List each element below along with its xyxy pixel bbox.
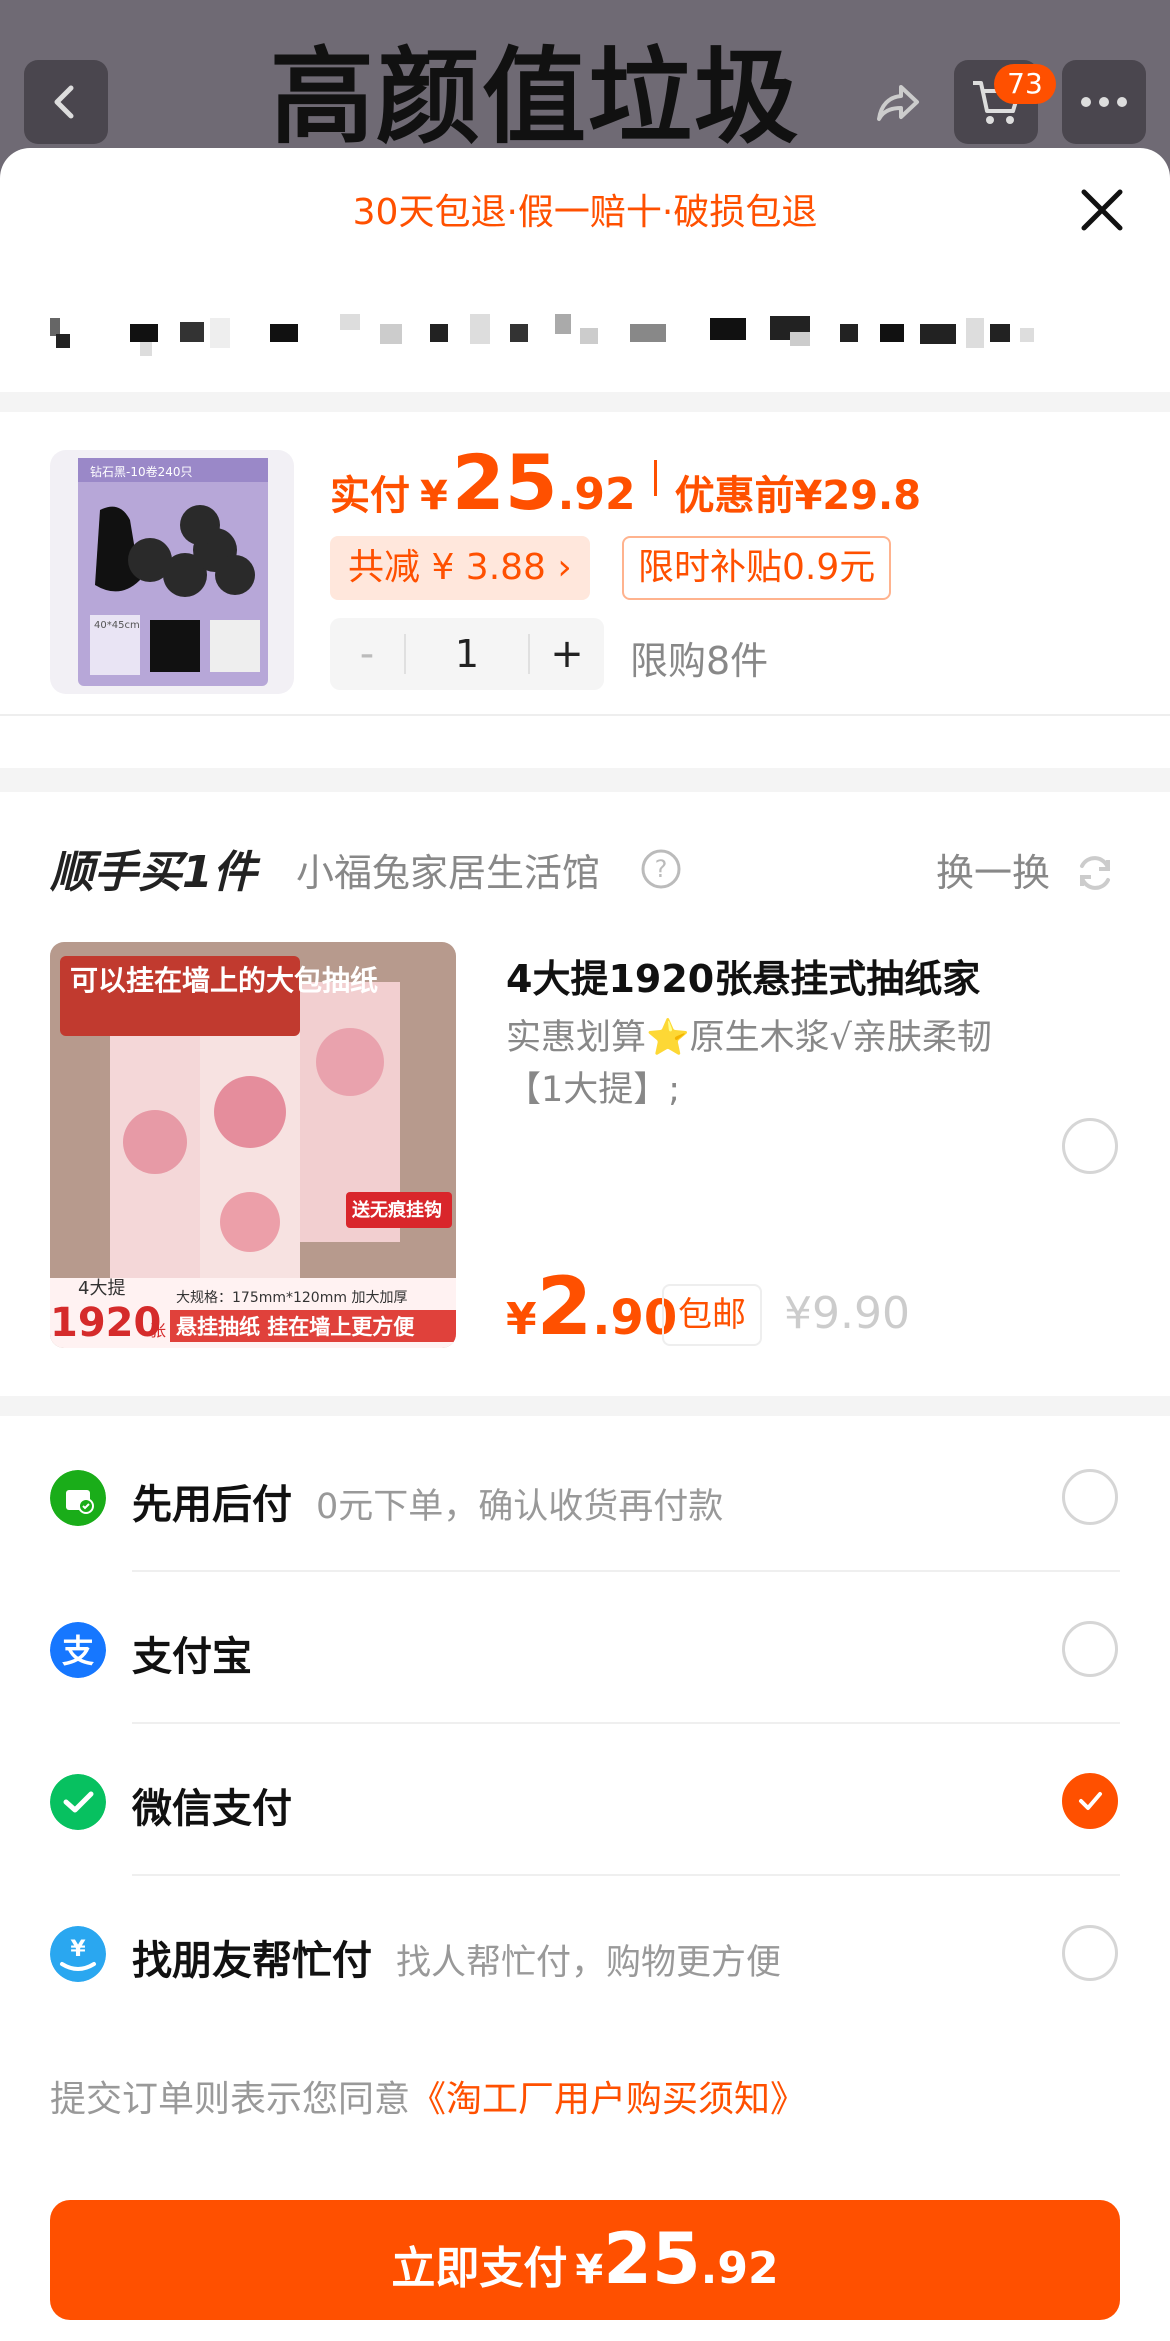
service-promise: 30天包退·假一赔十·破损包退 [352, 192, 818, 233]
tissue-illustration: 可以挂在墙上的大包抽纸 送无痕挂钩 4大提 1920 张 大规格：175mm*1… [50, 942, 456, 1348]
share-icon [877, 85, 919, 121]
before-discount-price: ¥29.8 [794, 473, 922, 519]
more-icon [1081, 97, 1127, 107]
discount-detail-chip[interactable]: 共减 ¥ 3.88 › [330, 536, 590, 600]
payment-radio[interactable] [1062, 1469, 1118, 1525]
quantity-stepper: - 1 + [330, 618, 604, 690]
payment-radio[interactable] [1062, 1925, 1118, 1981]
pay-price-integer: 25 [451, 438, 558, 527]
svg-text:送无痕挂钩: 送无痕挂钩 [351, 1199, 442, 1221]
svg-text:钻石黑-10卷240只: 钻石黑-10卷240只 [90, 464, 193, 479]
payment-name: 先用后付 [132, 1482, 292, 1528]
payment-name: 微信支付 [132, 1786, 292, 1832]
pay-now-integer: 25 [603, 2218, 701, 2300]
svg-text:1920: 1920 [50, 1300, 161, 1346]
payment-name: 支付宝 [132, 1634, 252, 1680]
pay-now-label: 立即支付 [391, 2243, 568, 2294]
svg-text:悬挂抽纸 挂在墙上更方便: 悬挂抽纸 挂在墙上更方便 [176, 1315, 415, 1339]
wechat-pay-icon [50, 1774, 106, 1830]
addon-select-radio[interactable] [1062, 1118, 1118, 1174]
addon-product-image[interactable]: 可以挂在墙上的大包抽纸 送无痕挂钩 4大提 1920 张 大规格：175mm*1… [50, 942, 456, 1348]
divider [0, 392, 1170, 412]
svg-text:大规格：175mm*120mm 加大加厚: 大规格：175mm*120mm 加大加厚 [176, 1290, 407, 1306]
divider [0, 1396, 1170, 1416]
addon-price: ¥ 2 .90 [506, 1260, 677, 1353]
addon-currency: ¥ [506, 1294, 537, 1345]
before-discount-label: 优惠前 [674, 473, 795, 519]
top-bar: 高颜值垃圾袋 73 [0, 0, 1170, 262]
price-divider [653, 460, 657, 496]
more-button[interactable] [1062, 60, 1146, 144]
payment-name: 找朋友帮忙付 [132, 1938, 372, 1984]
pay-label: 实付 [330, 473, 410, 519]
decrease-button[interactable]: - [330, 631, 404, 677]
divider [0, 768, 1170, 792]
payment-radio[interactable] [1062, 1621, 1118, 1677]
svg-text:支: 支 [62, 1632, 94, 1670]
svg-text:?: ? [655, 855, 668, 883]
svg-text:张: 张 [150, 1321, 166, 1340]
chevron-left-icon [54, 85, 74, 119]
pay-currency: ¥ [420, 473, 448, 519]
address-mosaic[interactable] [50, 298, 1050, 358]
row-divider [132, 1874, 1120, 1876]
payment-option-friend-pay[interactable]: ¥ 找朋友帮忙付 找人帮忙付，购物更方便 [0, 1878, 1170, 2028]
pay-now-currency: ¥ [575, 2247, 604, 2293]
pay-price-decimal: .92 [557, 469, 636, 520]
subsidy-chip: 限时补贴0.9元 [622, 536, 892, 600]
row-divider [132, 1570, 1120, 1572]
pay-later-icon [50, 1470, 106, 1526]
payment-option-pay-later[interactable]: 先用后付 0元下单，确认收货再付款 [0, 1422, 1170, 1572]
svg-text:40*45cm: 40*45cm [94, 620, 140, 631]
addon-original-price: ¥9.90 [784, 1288, 910, 1339]
increase-button[interactable]: + [530, 631, 604, 677]
addon-price-integer: 2 [536, 1260, 593, 1353]
pay-now-button[interactable]: 立即支付 ¥ 25 .92 [50, 2200, 1120, 2320]
payment-radio-checked[interactable] [1062, 1773, 1118, 1829]
quantity-value[interactable]: 1 [404, 634, 530, 674]
checkout-sheet: 30天包退·假一赔十·破损包退 钻石黑-10卷240只 40*45cm 实付 ¥… [0, 148, 1170, 2341]
product-image[interactable]: 钻石黑-10卷240只 40*45cm [50, 450, 294, 694]
payment-subtitle: 0元下单，确认收货再付款 [316, 1487, 724, 1527]
addon-product-desc: 实惠划算⭐原生木浆√亲肤柔韧【1大提】; [506, 1018, 992, 1110]
row-divider [132, 1722, 1120, 1724]
cart-count-badge: 73 [994, 64, 1056, 104]
alipay-icon: 支 [50, 1622, 106, 1678]
svg-text:4大提: 4大提 [78, 1278, 125, 1299]
help-icon[interactable]: ? [640, 848, 682, 890]
pay-now-decimal: .92 [700, 2243, 779, 2294]
agreement-text: 提交订单则表示您同意《淘工厂用户购买须知》 [50, 2070, 806, 2122]
back-button[interactable] [24, 60, 108, 144]
friend-pay-icon: ¥ [50, 1926, 106, 1982]
swap-button[interactable]: 换一换 [936, 842, 1050, 897]
agreement-prefix: 提交订单则表示您同意 [50, 2079, 411, 2120]
price-line: 实付 ¥ 25 .92 优惠前 ¥29.8 [330, 438, 922, 527]
addon-section-title: 顺手买1件 [50, 847, 257, 898]
svg-text:可以挂在墙上的大包抽纸: 可以挂在墙上的大包抽纸 [70, 964, 378, 997]
addon-shop-name: 小福兔家居生活馆 [296, 851, 601, 895]
payment-option-wechat[interactable]: 微信支付 [0, 1726, 1170, 1876]
divider [0, 714, 1170, 716]
payment-option-alipay[interactable]: 支 支付宝 [0, 1574, 1170, 1724]
svg-text:¥: ¥ [70, 1937, 86, 1962]
close-icon[interactable] [1074, 182, 1130, 238]
agreement-link[interactable]: 《淘工厂用户购买须知》 [410, 2079, 806, 2120]
free-shipping-tag: 包邮 [662, 1284, 762, 1346]
payment-subtitle: 找人帮忙付，购物更方便 [396, 1943, 782, 1983]
purchase-limit: 限购8件 [630, 639, 769, 683]
share-button[interactable] [856, 60, 940, 144]
addon-product-name[interactable]: 4大提1920张悬挂式抽纸家 [506, 948, 1066, 1003]
trash-bag-illustration: 钻石黑-10卷240只 40*45cm [78, 458, 268, 686]
refresh-icon[interactable] [1074, 852, 1116, 894]
check-icon [1079, 1792, 1102, 1810]
